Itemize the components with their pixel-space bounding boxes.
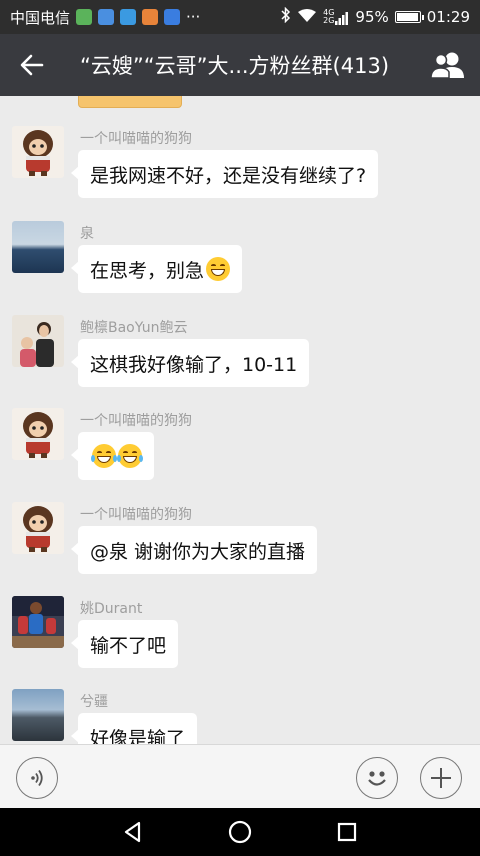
message-bubble[interactable]: 是我网速不好，还是没有继续了? [70,150,379,198]
message-text: 是我网速不好，还是没有继续了? [90,164,367,187]
group-info-button[interactable] [416,34,480,96]
carrier-label: 中国电信 [10,8,71,27]
square-recents-icon [337,822,356,842]
tears-of-joy-emoji-icon [117,444,143,468]
tears-of-joy-emoji-icon [91,444,117,468]
message-list[interactable]: 一个叫喵喵的狗狗 是我网速不好，还是没有继续了? 泉 在思考，别急 鲍檩BaoY… [0,96,480,744]
signal-icon: 4G 2G [323,9,349,25]
app-notification-icon [98,9,115,25]
group-members-icon [430,52,464,79]
input-bar [0,744,480,808]
chat-title: “云嫂”“云哥”大...方粉丝群(413) [80,54,390,78]
message-text: 好像是输了 [90,727,186,745]
triangle-back-icon [125,821,141,843]
nav-home-button[interactable] [216,808,264,856]
wechat-notification-icon [76,9,93,25]
message-notification-icon [120,9,137,25]
sender-name: 一个叫喵喵的狗狗 [80,131,192,147]
voice-input-button[interactable] [16,757,58,799]
sea-avatar[interactable] [12,221,64,273]
emoji-button[interactable] [356,757,398,799]
system-navigation-bar [0,808,480,856]
status-bar: 中国电信 ··· 4G 2G 95% 01:29 [0,0,480,34]
sender-name: 泉 [80,226,94,242]
basketball-avatar[interactable] [12,596,64,648]
photo-avatar[interactable] [12,315,64,367]
smiley-icon [368,771,386,786]
message-bubble[interactable]: 这棋我好像输了，10-11 [70,339,310,387]
more-notifications-icon: ··· [186,8,201,26]
message-bubble[interactable] [71,432,154,480]
clock: 01:29 [426,8,470,26]
chat-header: “云嫂”“云哥”大...方粉丝群(413) [0,34,480,96]
grin-emoji-icon [206,257,231,281]
monchhichi-avatar[interactable] [12,408,64,460]
monchhichi-avatar[interactable] [12,502,64,554]
sender-name: 一个叫喵喵的狗狗 [80,507,192,523]
message-text: 在思考，别急 [90,259,205,282]
back-button[interactable] [0,34,64,96]
message-text: 输不了吧 [90,634,167,657]
nav-recents-button[interactable] [323,808,371,856]
message-bubble[interactable]: @泉 谢谢你为大家的直播 [70,526,318,574]
message-bubble[interactable]: 在思考，别急 [70,245,243,293]
battery-icon [394,11,424,23]
mountain-avatar[interactable] [12,689,64,741]
sender-name: 鲍檩BaoYun鲍云 [80,320,188,336]
plus-icon [431,768,451,788]
message-text: @泉 谢谢你为大家的直播 [90,540,306,563]
network-type-2g: 2G [323,16,335,25]
previous-message-bubble[interactable] [78,96,182,108]
message-text: 这棋我好像输了，10-11 [90,353,298,376]
monchhichi-avatar[interactable] [12,126,64,178]
battery-percent: 95% [355,8,389,26]
sender-name: 姚Durant [80,601,143,617]
sender-name: 一个叫喵喵的狗狗 [80,413,192,429]
arrow-left-icon [20,54,44,76]
circle-home-icon [228,820,252,844]
store-notification-icon [142,9,159,25]
shield-notification-icon [164,9,181,25]
message-bubble[interactable]: 输不了吧 [70,620,179,668]
nav-back-button[interactable] [109,808,157,856]
voice-icon [31,769,43,787]
message-bubble[interactable]: 好像是输了 [70,713,198,745]
more-actions-button[interactable] [420,757,462,799]
wifi-icon [297,8,317,27]
bluetooth-icon [281,6,291,27]
sender-name: 兮疆 [80,694,108,710]
